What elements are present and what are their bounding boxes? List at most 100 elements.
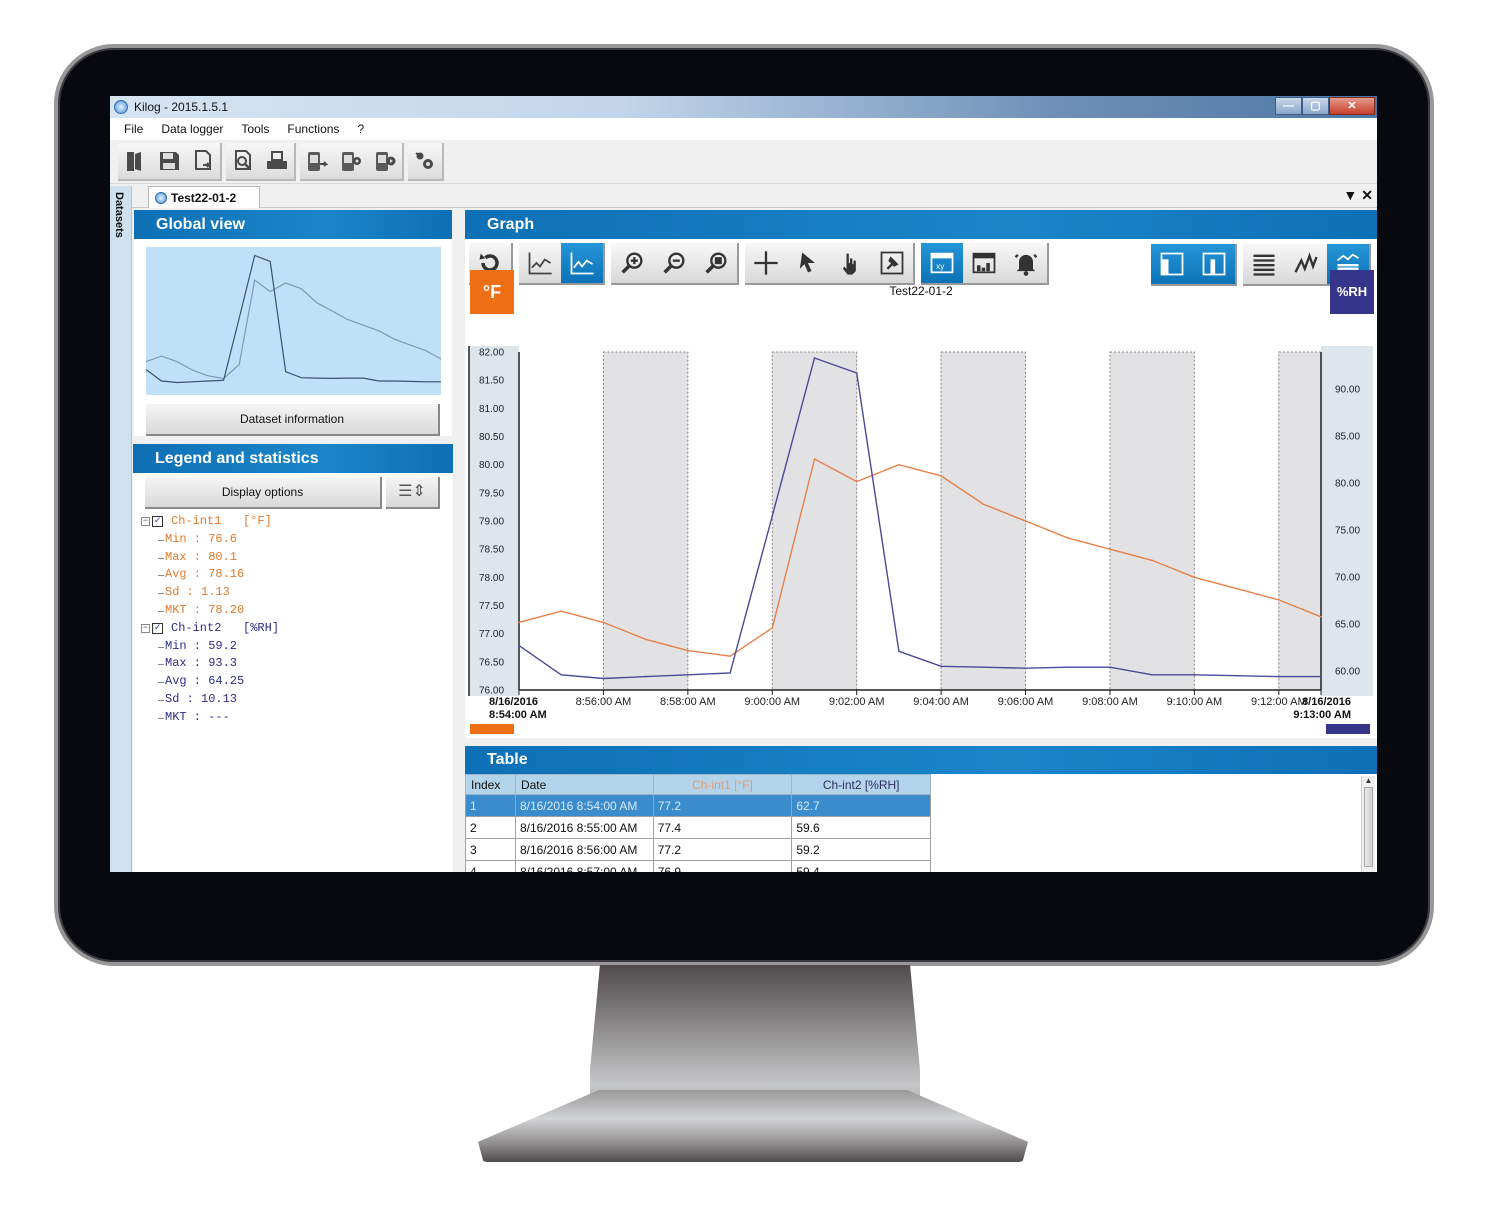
channel-label: Ch-int2 [%RH] bbox=[171, 620, 280, 635]
print-icon[interactable] bbox=[260, 143, 294, 179]
menu-file[interactable]: File bbox=[124, 122, 143, 136]
global-series-ch-int1 bbox=[145, 279, 442, 380]
data-point bbox=[982, 666, 985, 669]
column-date[interactable]: Date bbox=[514, 774, 654, 795]
datasets-label: Datasets bbox=[113, 192, 125, 238]
column-ch-int2[interactable]: Ch-int2 [%RH] bbox=[791, 774, 931, 795]
cell-date: 8/16/2016 8:54:00 AM bbox=[514, 794, 654, 817]
dataset-information-button[interactable]: Dataset information bbox=[146, 404, 440, 436]
global-view-chart[interactable] bbox=[145, 247, 442, 395]
y-left-tick-label: 76.00 bbox=[479, 686, 504, 697]
x-tick-label: 9:02:00 AM bbox=[829, 696, 885, 708]
monitor-stand-base bbox=[478, 1090, 1028, 1162]
data-point bbox=[1277, 675, 1280, 678]
menu-tools[interactable]: Tools bbox=[241, 122, 269, 136]
data-point bbox=[982, 503, 985, 505]
close-button[interactable]: ✕ bbox=[1329, 97, 1375, 115]
stat-avg: Avg : 64.25 bbox=[141, 673, 453, 691]
stat-avg: Avg : 78.16 bbox=[141, 566, 453, 584]
shaded-time-band bbox=[1278, 351, 1322, 691]
maximize-button[interactable]: ▢ bbox=[1302, 97, 1329, 115]
x-tick-label: 9:13:00 AM bbox=[1293, 709, 1351, 721]
scroll-thumb[interactable] bbox=[1364, 787, 1373, 867]
data-point bbox=[644, 675, 647, 678]
graph-panel: Graph xy °F %RH Test22-01-2 82.00 81.50 … bbox=[465, 210, 1377, 738]
y-left-tick-label: 81.50 bbox=[479, 376, 504, 387]
download-logger-icon[interactable] bbox=[300, 143, 334, 179]
cell-date: 8/16/2016 8:55:00 AM bbox=[514, 816, 654, 839]
start-logger-icon[interactable] bbox=[368, 143, 402, 179]
collapse-icon[interactable]: − bbox=[141, 517, 150, 527]
cell-ch-int1: 77.2 bbox=[652, 794, 793, 817]
export-icon[interactable] bbox=[186, 143, 220, 179]
cell-index: 3 bbox=[465, 838, 516, 861]
scroll-up-icon[interactable]: ▲ bbox=[1362, 776, 1375, 785]
data-point bbox=[687, 649, 689, 652]
data-table: Index Date Ch-int1 [°F] Ch-int2 [%RH] 1 … bbox=[465, 774, 931, 872]
main-toolbar bbox=[110, 140, 1377, 184]
menu-functions[interactable]: Functions bbox=[287, 122, 339, 136]
x-tick-label: 9:08:00 AM bbox=[1082, 696, 1138, 708]
table-header-row: Index Date Ch-int1 [°F] Ch-int2 [%RH] bbox=[465, 774, 931, 795]
tab-close-icon[interactable]: ✕ bbox=[1361, 187, 1373, 204]
stat-min: Min : 76.6 bbox=[141, 531, 453, 549]
x-tick-label: 8/16/2016 bbox=[1302, 696, 1351, 708]
display-options-button[interactable]: Display options bbox=[145, 477, 382, 509]
data-point bbox=[940, 475, 942, 477]
left-column: Global view Dataset information Legend a… bbox=[133, 210, 453, 872]
cell-date: 8/16/2016 8:56:00 AM bbox=[514, 838, 654, 861]
data-point bbox=[1320, 675, 1322, 678]
data-point bbox=[1320, 615, 1322, 618]
y-right-tick-label: 60.00 bbox=[1335, 667, 1360, 678]
dataset-icon bbox=[155, 191, 167, 204]
datasets-sidebar[interactable]: Datasets bbox=[110, 186, 132, 872]
y-left-tick-label: 79.50 bbox=[479, 488, 504, 499]
sort-options-icon[interactable]: ☰⇕ bbox=[386, 477, 440, 509]
table-row[interactable]: 3 8/16/2016 8:56:00 AM 77.2 59.2 bbox=[465, 838, 931, 861]
tab-test22-01-2[interactable]: Test22-01-2 bbox=[148, 186, 260, 208]
open-icon[interactable] bbox=[118, 143, 152, 179]
data-point bbox=[898, 650, 900, 653]
save-icon[interactable] bbox=[152, 143, 186, 179]
column-ch-int1[interactable]: Ch-int1 [°F] bbox=[652, 774, 793, 795]
legend-statistics-panel: Legend and statistics Display options ☰⇕… bbox=[133, 444, 453, 872]
shaded-time-band bbox=[1109, 351, 1195, 691]
print-preview-icon[interactable] bbox=[226, 143, 260, 179]
data-point bbox=[1193, 576, 1196, 579]
data-point bbox=[771, 627, 774, 629]
collapse-icon[interactable]: − bbox=[141, 624, 150, 634]
data-point bbox=[1235, 587, 1238, 590]
menu-help[interactable]: ? bbox=[357, 122, 364, 136]
y-left-tick-label: 81.00 bbox=[479, 404, 504, 415]
menu-data-logger[interactable]: Data logger bbox=[161, 122, 223, 136]
data-point bbox=[1066, 537, 1069, 539]
document-tab-bar: Test22-01-2 ▼ ✕ bbox=[110, 184, 1377, 208]
channel-checkbox[interactable]: ✓ bbox=[152, 516, 163, 528]
data-point bbox=[729, 655, 731, 657]
column-index[interactable]: Index bbox=[465, 774, 516, 795]
y-right-tick-label: 65.00 bbox=[1335, 620, 1360, 631]
channel-checkbox[interactable]: ✓ bbox=[152, 623, 163, 635]
data-point bbox=[1109, 666, 1111, 669]
data-point bbox=[602, 621, 605, 624]
shaded-time-band bbox=[771, 351, 858, 691]
x-tick-label: 9:12:00 AM bbox=[1251, 696, 1307, 708]
table-row[interactable]: 4 8/16/2016 8:57:00 AM 76.9 59.4 bbox=[465, 860, 931, 872]
settings-icon[interactable] bbox=[408, 143, 442, 179]
cell-index: 4 bbox=[465, 860, 516, 872]
right-axis-strip bbox=[1321, 346, 1373, 696]
x-tick-label: 8:58:00 AM bbox=[660, 696, 716, 708]
tab-menu-icon[interactable]: ▼ bbox=[1343, 187, 1357, 204]
main-chart[interactable]: 82.00 81.50 81.00 80.50 80.00 79.50 79.00 78.50… bbox=[465, 210, 1377, 738]
table-scrollbar[interactable]: ▲ bbox=[1361, 776, 1375, 872]
global-view-panel: Global view Dataset information bbox=[134, 210, 452, 436]
y-left-tick-label: 78.50 bbox=[479, 545, 504, 556]
y-left-tick-label: 80.00 bbox=[479, 460, 504, 471]
y-right-tick-label: 90.00 bbox=[1335, 385, 1360, 396]
table-row[interactable]: 1 8/16/2016 8:54:00 AM 77.2 62.7 bbox=[465, 794, 931, 817]
minimize-button[interactable]: — bbox=[1275, 97, 1302, 115]
legend-header: Legend and statistics bbox=[133, 444, 453, 473]
configure-logger-icon[interactable] bbox=[334, 143, 368, 179]
data-point bbox=[1235, 674, 1238, 677]
table-row[interactable]: 2 8/16/2016 8:55:00 AM 77.4 59.6 bbox=[465, 816, 931, 839]
